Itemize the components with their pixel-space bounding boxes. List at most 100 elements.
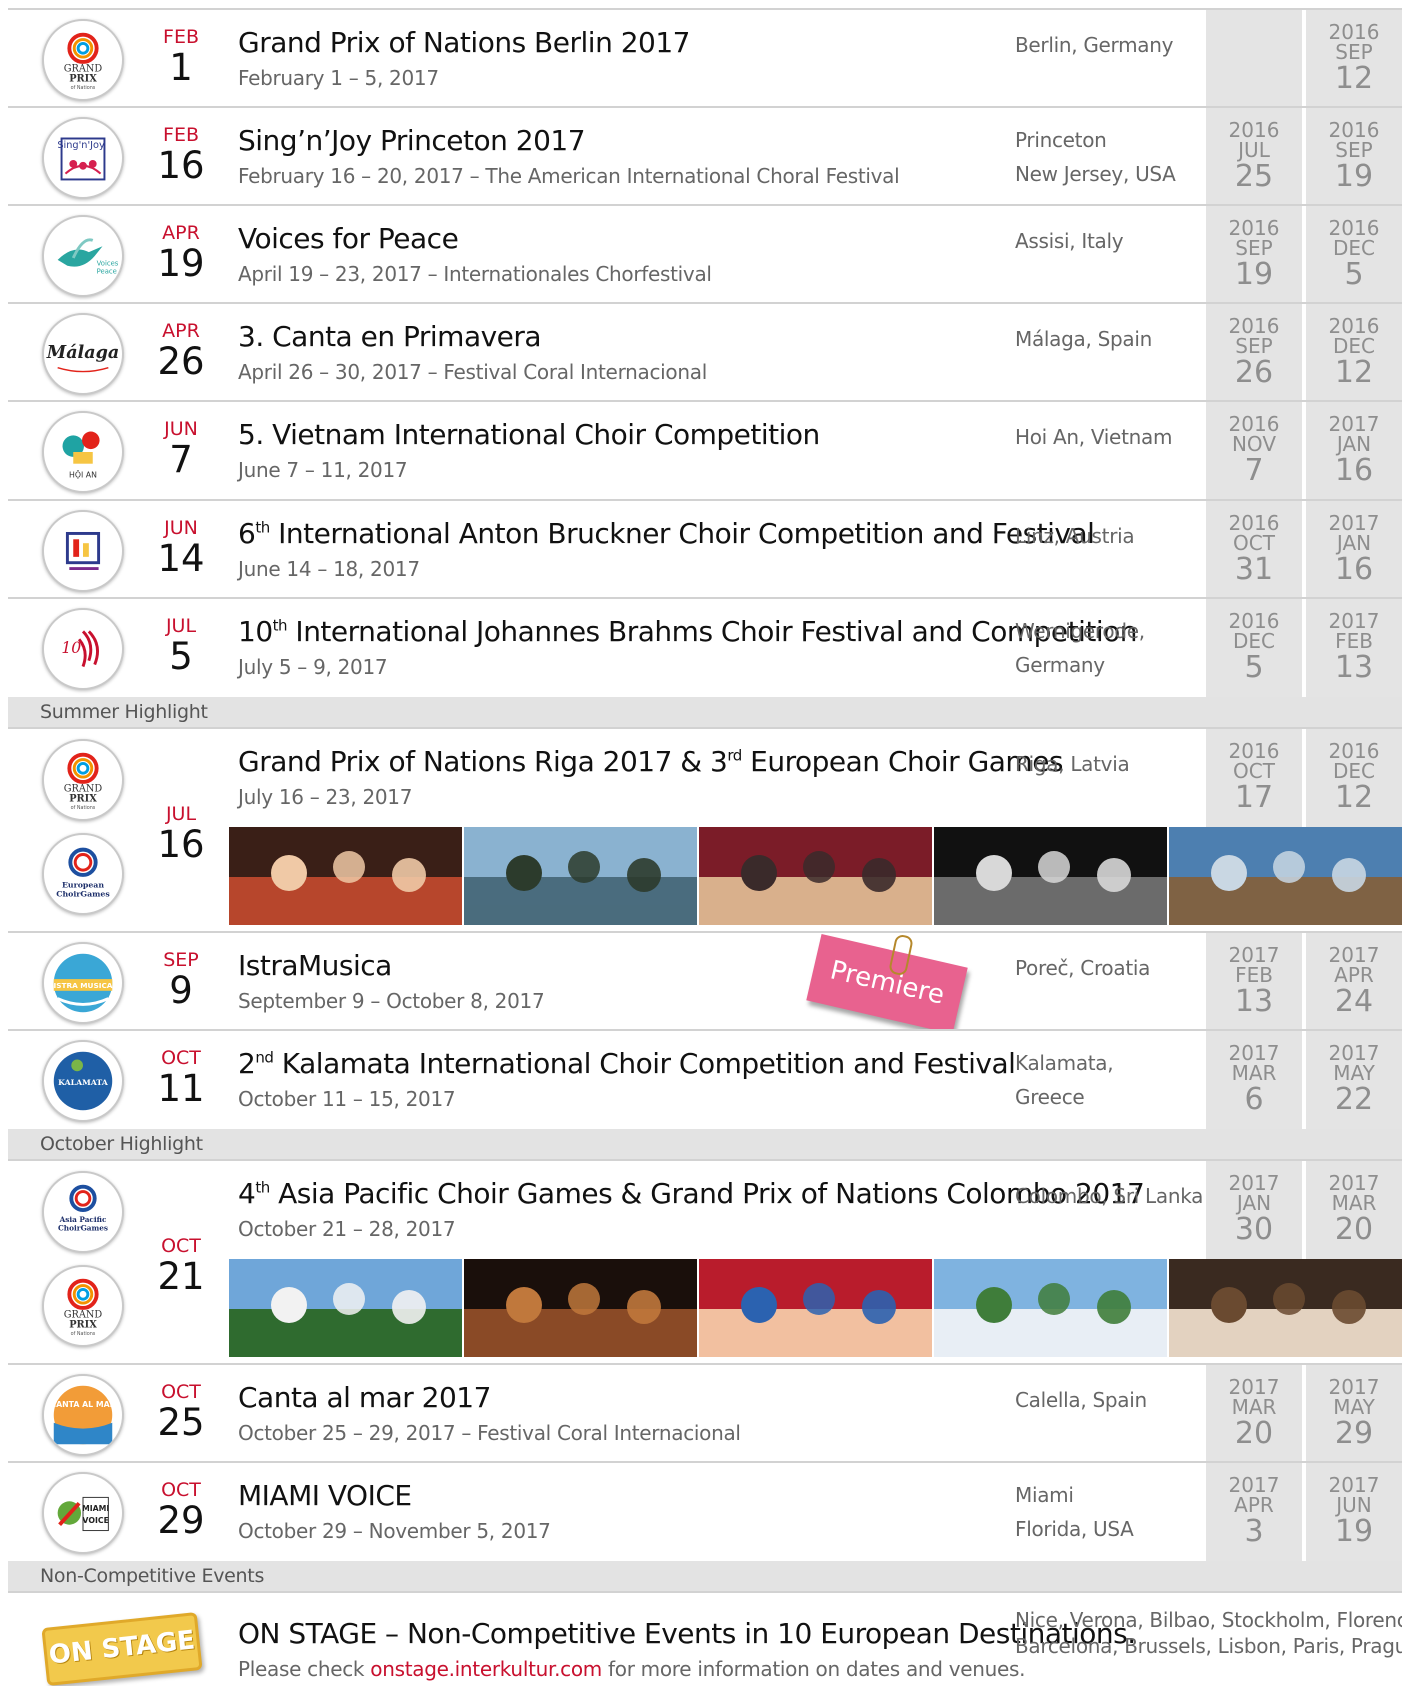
location-line-1: Miami [1015,1483,1074,1507]
event-day: 29 [157,1499,205,1542]
event-location: Assisi, Italy [1015,224,1124,259]
title-superscript: rd [727,746,742,765]
event-date: OCT 21 [126,1235,236,1296]
onstage-link[interactable]: onstage.interkultur.com [370,1657,602,1681]
deadline-month: FEB [1235,963,1273,987]
deadline-date-d2: 2016 SEP 12 [1306,22,1402,94]
event-location: Linz, Austria [1015,519,1135,554]
event-month: JUN [164,517,198,539]
svg-text:of Nations: of Nations [71,85,96,91]
event-date: SEP 9 [126,951,236,1010]
subtitle-text: Please check [238,1657,371,1681]
event-title: Grand Prix of Nations Riga 2017 & 3rd Eu… [238,745,1064,778]
sing-n-joy-logo: Sing'n'Joy [42,117,124,199]
event-row: GRAND PRIX of Nations FEB 1 Grand Prix of Nat… [8,8,1402,108]
title-main: International Anton Bruckner Choir Compe… [269,517,1095,550]
deadline-day: 12 [1334,355,1374,390]
miami-voice-logo: MIAMI VOICE [42,1472,124,1554]
istra-musica-logo: ISTRA MUSICA [42,942,124,1024]
svg-text:MIAMI: MIAMI [82,1504,109,1513]
location-line-2: New Jersey, USA [1015,162,1176,186]
deadline-date-d2: 2017 MAY 29 [1306,1377,1402,1449]
event-subtitle: July 16 – 23, 2017 [238,785,413,809]
svg-text:KALAMATA: KALAMATA [58,1078,109,1087]
event-calendar-page: GRAND PRIX of Nations FEB 1 Grand Prix of Nat… [0,0,1402,1686]
svg-text:Peace: Peace [97,268,117,276]
event-title: ON STAGE – Non-Competitive Events in 10 … [238,1617,1136,1650]
event-day: 16 [157,144,205,187]
event-title: MIAMI VOICE [238,1479,412,1512]
event-title: IstraMusica [238,949,392,982]
deadline-year: 2017 [1328,1171,1380,1195]
event-day: 5 [169,635,193,678]
event-date: APR 19 [126,224,236,285]
location-line-1: Assisi, Italy [1015,229,1124,253]
deadline-date-d1: 2017 MAR 20 [1206,1377,1302,1449]
deadline-month: OCT [1233,531,1275,555]
deadline-year: 2016 [1228,314,1280,338]
event-date: OCT 25 [126,1383,236,1442]
event-title: 10th International Johannes Brahms Choir… [238,615,1138,648]
svg-text:CANTA AL MAR: CANTA AL MAR [50,1400,115,1409]
title-main: Kalamata International Choir Competition… [273,1047,1016,1080]
event-month: JUL [165,803,197,825]
location-line-1: Calella, Spain [1015,1388,1147,1412]
event-location: Wernigerode, Germany [1015,614,1145,682]
event-title: 5. Vietnam International Choir Competiti… [238,418,820,451]
event-date: JUL 16 [126,803,236,864]
event-photo [1169,1259,1402,1357]
location-line-2: Barcelona, Brussels, Lisbon, Paris, Prag… [1015,1634,1402,1658]
event-row: Sing'n'Joy FEB 16 Sing’n’Joy Princeton 2017… [8,106,1402,206]
event-subtitle: June 7 – 11, 2017 [238,458,408,482]
event-month: OCT [161,1479,201,1501]
deadline-month: DEC [1332,236,1375,260]
event-date: OCT 11 [126,1049,236,1108]
section-header-label: October Highlight [40,1133,203,1155]
title-prefix: 10 [238,615,273,648]
event-row: GRAND PRIX of Nations European ChoirGames JUL… [8,727,1402,925]
event-title: 3. Canta en Primavera [238,320,542,353]
deadline-month: OCT [1233,759,1275,783]
deadline-year: 2016 [1228,216,1280,240]
event-title: Sing’n’Joy Princeton 2017 [238,124,586,157]
event-photo [229,1259,462,1357]
event-month: OCT [161,1235,201,1257]
event-photo [699,1259,932,1357]
location-line-2: Florida, USA [1015,1517,1134,1541]
deadline-month: DEC [1332,334,1375,358]
european-choir-games-logo: European ChoirGames [42,833,124,915]
deadline-date-d1: 2016 OCT 17 [1206,741,1302,813]
deadline-month: JAN [1336,432,1372,456]
event-title: 4th Asia Pacific Choir Games & Grand Pri… [238,1177,1145,1210]
event-row: Asia Pacific ChoirGames GRAND PRIX of Nation… [8,1159,1402,1357]
deadline-year: 2017 [1328,943,1380,967]
onstage-row: ON STAGE – Non-Competitive Events in 10 … [8,1591,1402,1682]
deadline-day: 26 [1234,355,1274,390]
location-line-2: Greece [1015,1085,1085,1109]
svg-text:Voices: Voices [97,260,119,268]
deadline-year: 2016 [1228,412,1280,436]
event-row: 10 JUL 5 10th International Johannes Brahms… [8,597,1402,697]
deadline-month: MAY [1333,1395,1375,1419]
event-day: 19 [157,242,205,285]
deadline-date-d2: 2017 APR 24 [1306,945,1402,1017]
bruckner-logo [42,510,124,592]
photo-strip [229,827,1402,925]
deadline-year: 2017 [1228,1041,1280,1065]
deadline-year: 2017 [1228,1375,1280,1399]
event-title: 6th International Anton Bruckner Choir C… [238,517,1095,550]
section-header-label: Summer Highlight [40,701,208,723]
event-subtitle: Please check onstage.interkultur.com for… [238,1657,1026,1681]
event-location: Miami Florida, USA [1015,1478,1134,1546]
deadline-year: 2016 [1328,314,1380,338]
deadline-year: 2016 [1228,609,1280,633]
title-main: Asia Pacific Choir Games & Grand Prix of… [269,1177,1145,1210]
event-row: Málaga APR 26 3. Canta en Primavera April 26… [8,302,1402,402]
event-month: JUL [165,615,197,637]
deadline-day: 12 [1334,61,1374,96]
event-date: JUN 14 [126,517,236,578]
deadline-month: DEC [1332,759,1375,783]
event-day: 1 [169,46,193,89]
event-month: JUN [164,418,198,440]
title-superscript: th [255,518,270,537]
